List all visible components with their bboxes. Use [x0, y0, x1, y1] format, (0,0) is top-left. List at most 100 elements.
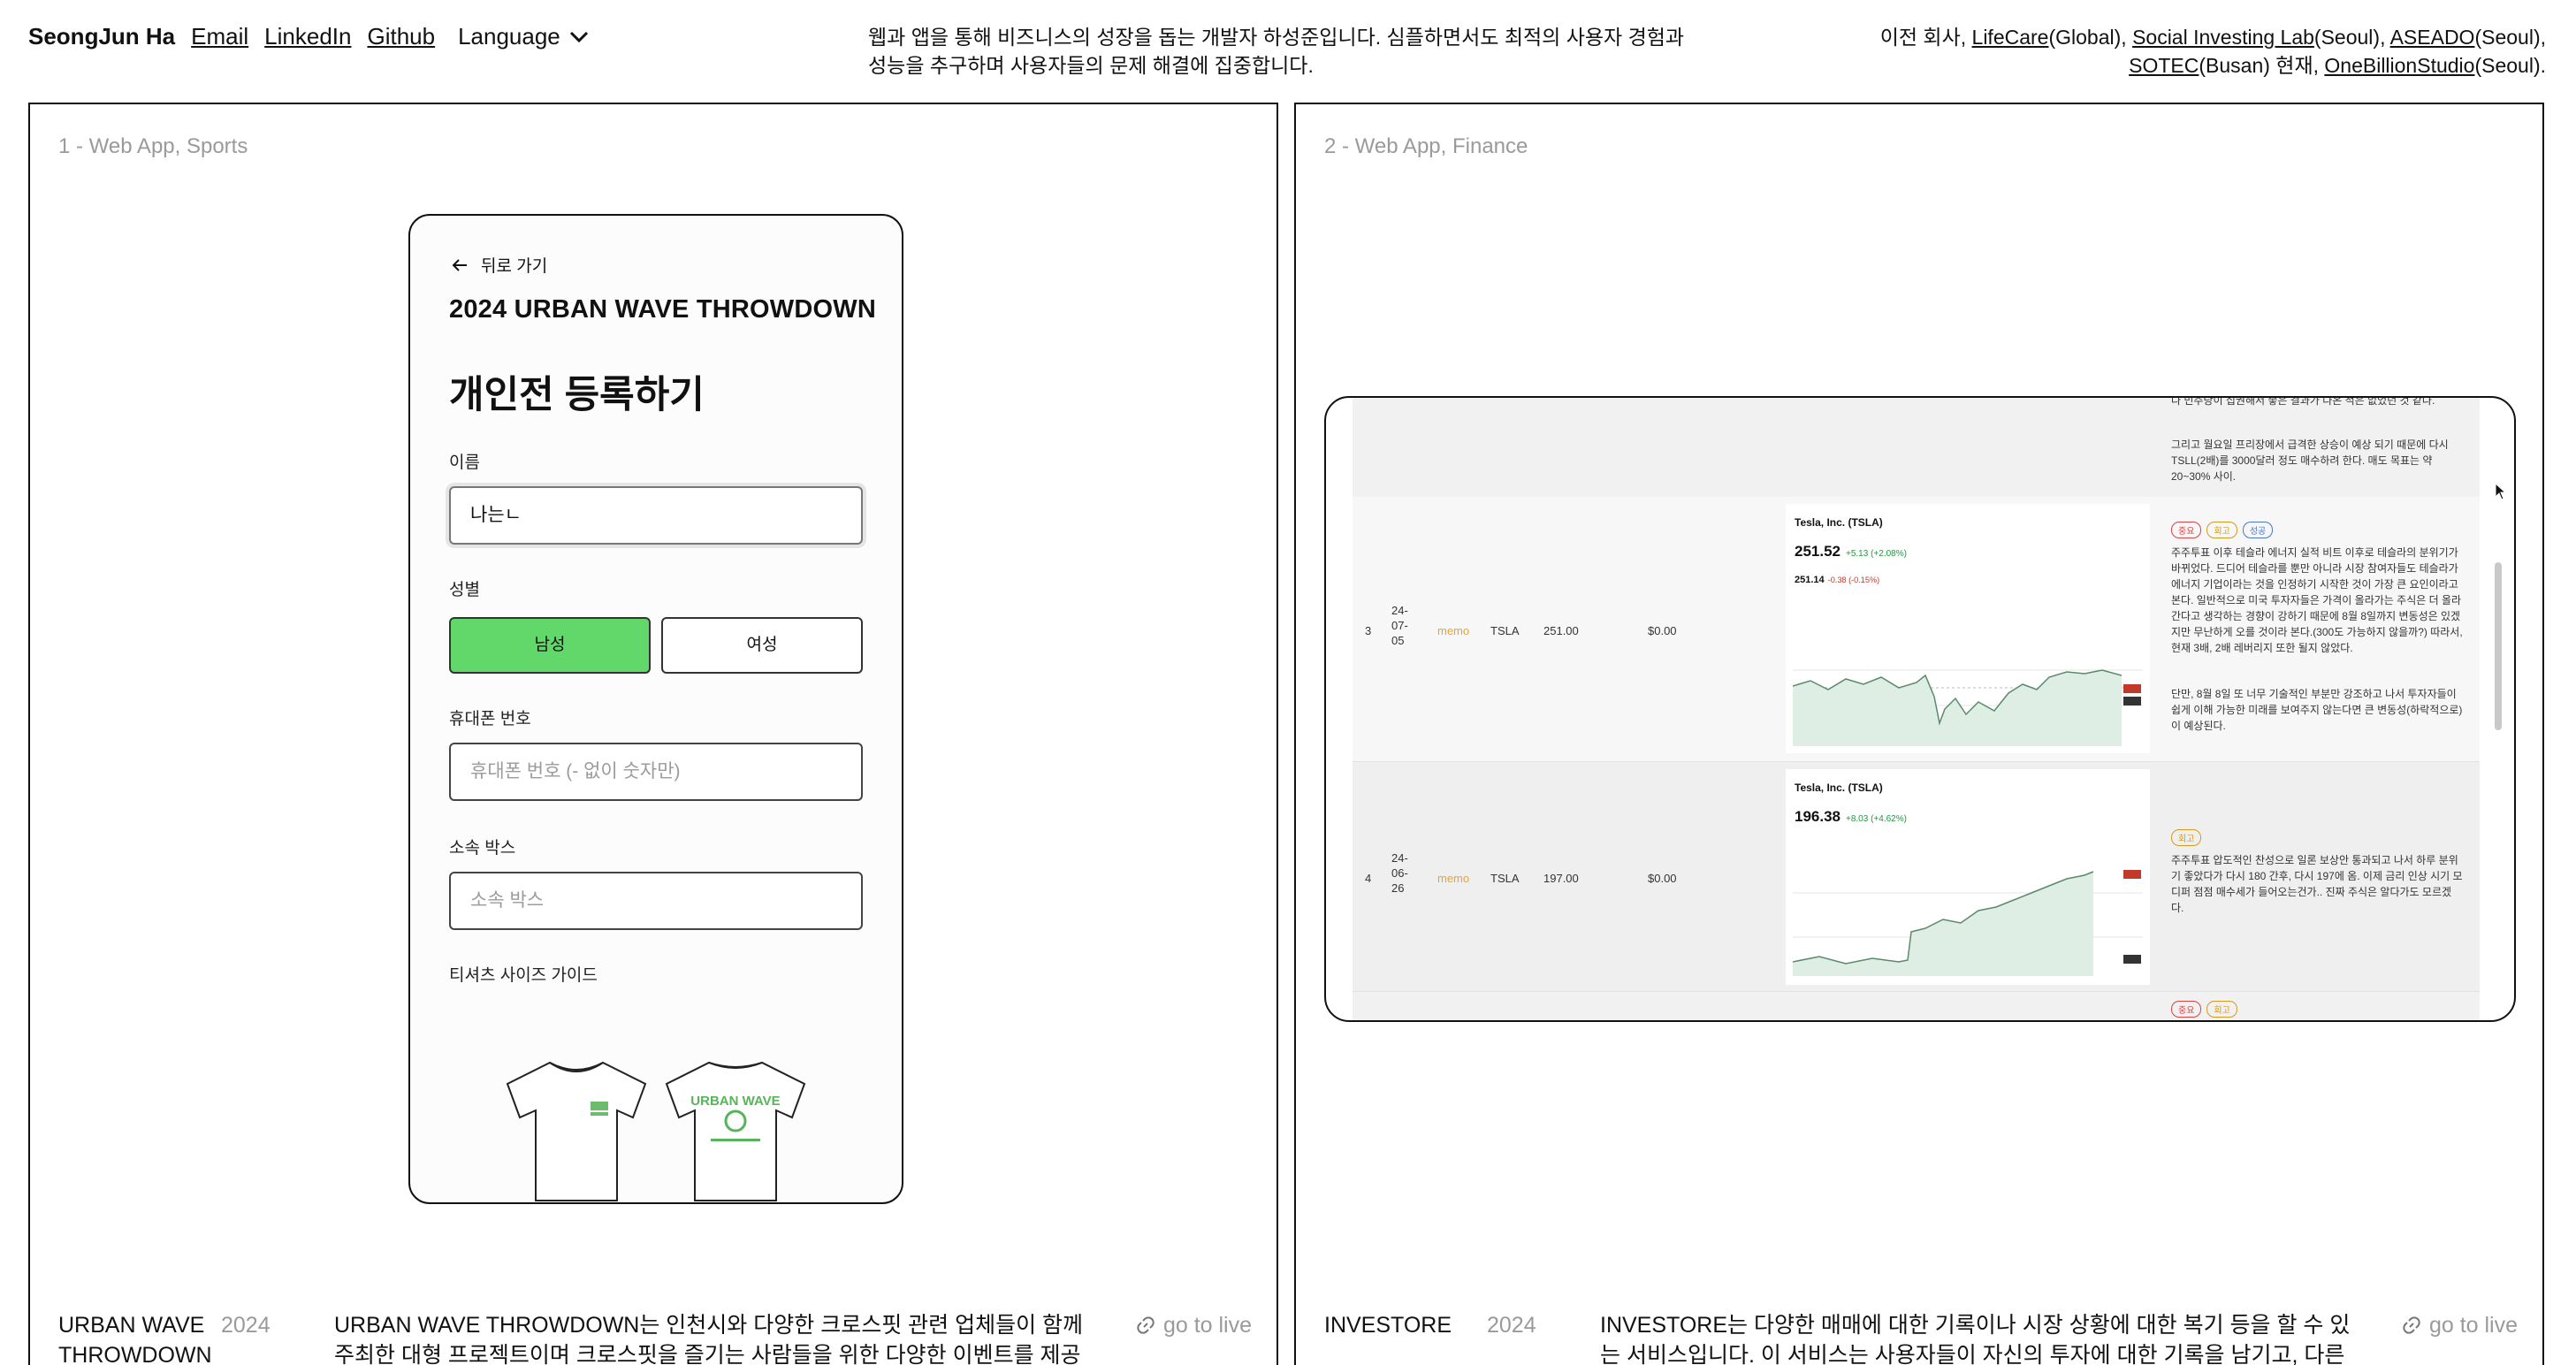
tag-group: 회고 — [2171, 829, 2206, 846]
project-tag: 1 - Web App, Sports — [58, 134, 248, 158]
phone-label: 휴대폰 번호 — [449, 710, 531, 728]
tablet-mockup: 나 민주당이 집권해서 좋은 결과가 나온 적은 없었던 것 같다. 그리고 월… — [1324, 396, 2516, 1022]
stock-chart-card: Tesla, Inc. (TSLA) 251.52 +5.13 (+2.08%) … — [1786, 504, 2150, 753]
company-location: (Seoul), — [2313, 26, 2390, 49]
tag-group: 중요 회고 성공 — [2171, 522, 2278, 538]
table-row: 3 24-07-05 memo TSLA 251.00 $0.00 Tesla,… — [1353, 497, 2480, 762]
chart-afterhours: 251.14 -0.38 (-0.15%) — [1795, 575, 1879, 585]
memo-text: 주주투표 이후 테슬라 에너지 실적 비트 이후로 테슬라의 분위기가 바뀌었다… — [2171, 546, 2463, 654]
company-location: (Global), — [2048, 26, 2133, 49]
back-link: 뒤로 가기 — [451, 253, 547, 277]
row-number: 3 — [1365, 624, 1372, 637]
header-nav: SeongJun Ha Email LinkedIn Github Langua… — [28, 23, 589, 50]
tag-success: 성공 — [2242, 522, 2274, 538]
project-tag: 2 - Web App, Finance — [1324, 134, 1528, 158]
quote-value: 251.14 — [1795, 575, 1825, 585]
tshirt-back-image: URBAN WAVE — [665, 1061, 806, 1201]
row-type: memo — [1437, 624, 1470, 637]
back-link-label: 뒤로 가기 — [481, 257, 548, 276]
chart-quote: 251.52 +5.13 (+2.08%) — [1795, 543, 1907, 560]
price-line-chart — [1793, 669, 2143, 746]
scrollbar — [2495, 562, 2502, 730]
gender-male-button: 남성 — [449, 617, 651, 674]
row-price: 251.00 — [1543, 624, 1579, 637]
company-location: (Busan) 현재, — [2199, 54, 2325, 77]
site-header: SeongJun Ha Email LinkedIn Github Langua… — [0, 0, 2576, 97]
mouse-cursor-icon — [2495, 483, 2507, 500]
row-date: 24-07-05 — [1391, 604, 1408, 647]
link-icon — [2403, 1316, 2420, 1334]
trade-table: 나 민주당이 집권해서 좋은 결과가 나온 적은 없었던 것 같다. 그리고 월… — [1353, 396, 2480, 1020]
company-link-aseado[interactable]: ASEADO — [2390, 26, 2475, 49]
price-line-chart — [1793, 870, 2143, 976]
stock-chart-card: Tesla, Inc. (TSLA) 196.38 +8.03 (+4.62%) — [1786, 769, 2150, 985]
tshirt-front-image — [506, 1061, 647, 1201]
email-link[interactable]: Email — [191, 23, 248, 50]
go-to-live-link[interactable]: go to live — [1135, 1310, 1252, 1340]
tag-review: 회고 — [2206, 522, 2237, 538]
go-to-live-label: go to live — [2428, 1313, 2518, 1338]
name-field: 나는ㄴ — [449, 486, 863, 545]
tag-important: 중요 — [2171, 522, 2202, 538]
company-link-sotec[interactable]: SOTEC — [2129, 54, 2199, 77]
intro-text: 웹과 앱을 통해 비즈니스의 성장을 돕는 개발자 하성준입니다. 심플하면서도… — [868, 26, 1685, 77]
box-label: 소속 박스 — [449, 839, 516, 858]
project-description: INVESTORE는 다양한 매매에 대한 기록이나 시장 상황에 대한 복기 … — [1600, 1313, 2351, 1365]
box-field: 소속 박스 — [449, 872, 863, 930]
row-ticker: TSLA — [1490, 624, 1520, 637]
row-type: memo — [1437, 872, 1470, 885]
phone-mockup: 뒤로 가기 2024 URBAN WAVE THROWDOWN 개인전 등록하기… — [408, 214, 903, 1204]
memo-text: 나 민주당이 집권해서 좋은 결과가 나온 적은 없었던 것 같다. — [2171, 396, 2435, 407]
career-prefix: 이전 회사, — [1879, 26, 1972, 49]
company-location: (Seoul). — [2474, 54, 2546, 77]
company-link-lifecare[interactable]: LifeCare — [1972, 26, 2049, 49]
company-link-social-investing-lab[interactable]: Social Investing Lab — [2132, 26, 2314, 49]
language-label: Language — [458, 23, 560, 50]
quote-change: +8.03 (+4.62%) — [1846, 814, 1907, 824]
quote-change: -0.38 (-0.15%) — [1827, 576, 1880, 584]
phone-field: 휴대폰 번호 (- 없이 숫자만) — [449, 743, 863, 801]
row-ticker: TSLA — [1490, 872, 1520, 885]
quote-value: 251.52 — [1795, 543, 1841, 560]
quote-change: +5.13 (+2.08%) — [1846, 549, 1907, 559]
event-name: 2024 URBAN WAVE THROWDOWN — [449, 295, 876, 324]
shirt-logo-text: URBAN WAVE — [690, 1094, 780, 1109]
project-card-investore[interactable]: 2 - Web App, Finance 나 민주당이 집권해서 좋은 결과가 … — [1294, 103, 2544, 1365]
company-location: (Seoul), — [2474, 26, 2546, 49]
arrow-left-icon — [452, 258, 467, 271]
tag-review: 회고 — [2206, 1001, 2237, 1018]
language-dropdown[interactable]: Language — [458, 23, 589, 50]
quote-value: 196.38 — [1795, 808, 1841, 825]
gender-label: 성별 — [449, 581, 480, 599]
tag-review: 회고 — [2171, 829, 2202, 846]
tag-important: 중요 — [2171, 1001, 2202, 1018]
company-link-onebillionstudio[interactable]: OneBillionStudio — [2324, 54, 2474, 77]
linkedin-link[interactable]: LinkedIn — [264, 23, 351, 50]
chart-quote: 196.38 +8.03 (+4.62%) — [1795, 808, 1907, 826]
chart-company: Tesla, Inc. (TSLA) — [1795, 782, 1883, 794]
project-description: URBAN WAVE THROWDOWN는 인천시와 다양한 크로스핏 관련 업… — [334, 1313, 1084, 1365]
project-title: URBAN WAVE THROWDOWN — [58, 1313, 212, 1365]
row-price: 197.00 — [1543, 872, 1579, 885]
row-date: 24-06-26 — [1391, 851, 1408, 895]
gender-female-button: 여성 — [661, 617, 863, 674]
link-icon — [1137, 1316, 1155, 1334]
project-year: 2024 — [221, 1313, 271, 1338]
chart-company: Tesla, Inc. (TSLA) — [1795, 516, 1883, 529]
project-card-urban-wave[interactable]: 1 - Web App, Sports 뒤로 가기 2024 URBAN WAV… — [28, 103, 1278, 1365]
project-title: INVESTORE — [1324, 1313, 1452, 1338]
chevron-down-icon — [569, 31, 588, 42]
github-link[interactable]: Github — [367, 23, 435, 50]
go-to-live-label: go to live — [1162, 1313, 1252, 1338]
form-title: 개인전 등록하기 — [449, 374, 705, 416]
career-text: 이전 회사, LifeCare(Global), Social Investin… — [1733, 23, 2546, 80]
row-number: 4 — [1365, 872, 1372, 885]
table-row: 4 24-06-26 memo TSLA 197.00 $0.00 Tesla,… — [1353, 762, 2480, 992]
row-amount: $0.00 — [1648, 872, 1677, 885]
size-guide-label: 티셔츠 사이즈 가이드 — [449, 966, 598, 985]
row-amount: $0.00 — [1648, 624, 1677, 637]
memo-text: 단만, 8월 8일 또 너무 기술적인 부분만 강조하고 나서 투자자들이 쉽게… — [2171, 688, 2463, 732]
go-to-live-link[interactable]: go to live — [2401, 1310, 2518, 1340]
tag-group: 중요 회고 — [2171, 1001, 2243, 1018]
site-owner-name: SeongJun Ha — [28, 23, 176, 50]
